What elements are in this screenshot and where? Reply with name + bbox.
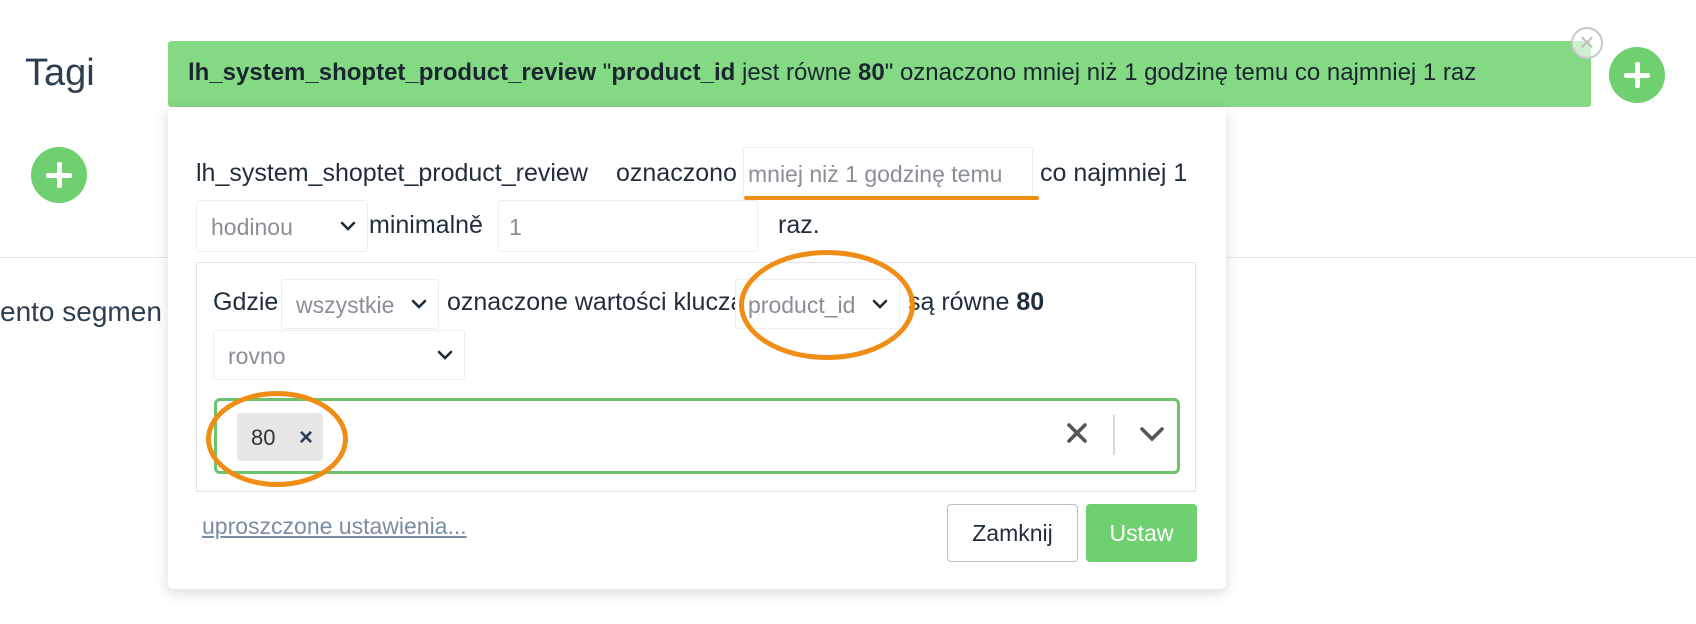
highlight-underline	[744, 196, 1039, 200]
value-tag-input[interactable]: 80 ×	[214, 398, 1180, 474]
chevron-down-icon	[872, 299, 888, 309]
filter-box: Gdzie wszystkie oznaczone wartości klucz…	[196, 262, 1196, 492]
period-select[interactable]: hodinou	[196, 200, 368, 252]
quantifier-select-value: wszystkie	[296, 292, 395, 318]
value-tag-label: 80	[251, 425, 276, 450]
key-values-label: oznaczone wartości klucza	[447, 288, 745, 316]
clear-icon[interactable]	[1063, 419, 1091, 447]
period-select-value: hodinou	[211, 214, 293, 240]
add-tag-button[interactable]	[31, 147, 87, 203]
banner-quote-close: "	[884, 59, 894, 86]
remove-tag-icon[interactable]: ×	[299, 424, 313, 452]
plus-icon	[46, 162, 72, 188]
add-condition-button[interactable]	[1609, 47, 1665, 103]
key-select-value: product_id	[748, 292, 856, 318]
key-select[interactable]: product_id	[735, 279, 900, 329]
chevron-down-icon	[340, 221, 356, 231]
banner-suffix: oznaczono mniej niż 1 godzinę temu co na…	[893, 59, 1477, 86]
count-value: 1	[509, 214, 522, 240]
chevron-down-icon	[437, 350, 453, 360]
segment-text: ento segmen	[0, 296, 162, 327]
banner-equals: jest równe	[735, 59, 859, 86]
close-button[interactable]: Zamknij	[947, 504, 1078, 562]
chevron-down-icon	[411, 299, 427, 309]
operator-select-value: rovno	[228, 343, 286, 369]
banner-value: 80	[858, 59, 885, 86]
banner-tag-name: lh_system_shoptet_product_review	[188, 59, 597, 86]
page-title: Tagi	[25, 52, 95, 94]
set-button[interactable]: Ustaw	[1086, 504, 1197, 562]
simplified-settings-link[interactable]: uproszczone ustawienia...	[202, 513, 467, 540]
remove-condition-button[interactable]: ×	[1571, 27, 1603, 59]
plus-icon	[1624, 62, 1650, 88]
chevron-down-icon[interactable]	[1137, 423, 1167, 445]
condition-summary-banner[interactable]: lh_system_shoptet_product_review "produc…	[168, 41, 1591, 107]
operator-select[interactable]: rovno	[213, 330, 465, 380]
equal-condition-label: są równe 80	[908, 288, 1044, 317]
count-input[interactable]: 1	[498, 200, 758, 252]
banner-key: product_id	[611, 59, 736, 86]
value-tag: 80 ×	[237, 413, 323, 461]
times-label: raz.	[778, 211, 820, 239]
at-least-label: co najmniej 1	[1040, 159, 1188, 187]
marked-label: oznaczono	[616, 159, 737, 187]
time-range-value: mniej niż 1 godzinę temu	[748, 161, 1003, 187]
equal-prefix: są równe	[908, 288, 1017, 316]
separator	[1113, 415, 1115, 455]
where-label: Gdzie	[213, 288, 279, 316]
equal-value: 80	[1016, 288, 1045, 316]
editor-tag-name: lh_system_shoptet_product_review	[196, 159, 588, 187]
banner-quote-open: "	[596, 59, 612, 86]
time-range-input[interactable]: mniej niż 1 godzinę temu	[743, 147, 1033, 199]
minimum-label: minimalně	[369, 211, 483, 239]
condition-editor-popup: lh_system_shoptet_product_review oznaczo…	[168, 107, 1226, 589]
quantifier-select[interactable]: wszystkie	[281, 279, 439, 329]
close-icon: ×	[1579, 27, 1595, 57]
